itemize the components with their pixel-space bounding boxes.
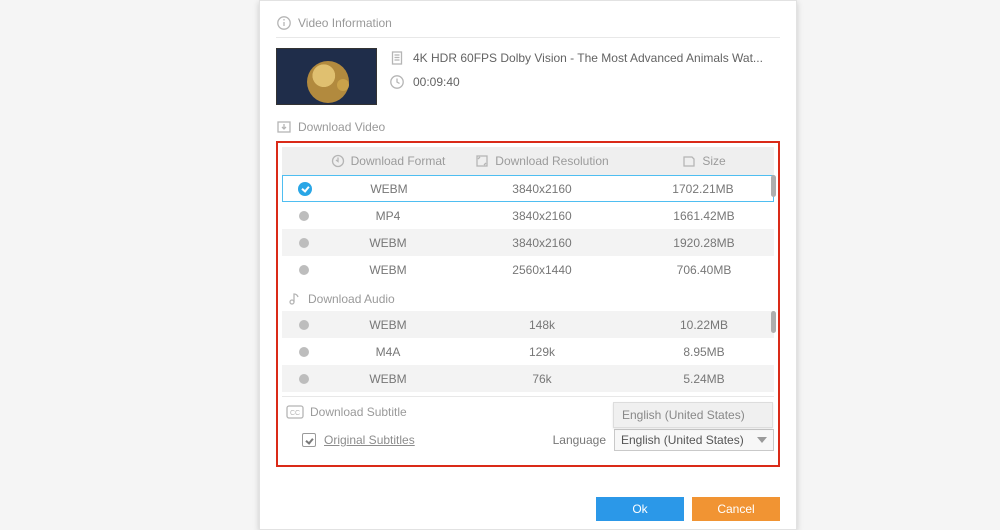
radio-icon[interactable] [299, 374, 309, 384]
cell-size: 1702.21MB [633, 182, 773, 196]
cell-size: 8.95MB [634, 345, 774, 359]
cancel-button[interactable]: Cancel [692, 497, 780, 521]
size-icon [682, 154, 696, 168]
language-label: Language [553, 433, 606, 447]
radio-selected-icon[interactable] [298, 182, 312, 196]
cell-size: 1661.42MB [634, 209, 774, 223]
audio-row[interactable]: WEBM 76k 5.24MB [282, 365, 774, 392]
info-icon [276, 15, 292, 31]
original-subtitles-checkbox[interactable] [302, 433, 316, 447]
file-icon [389, 50, 405, 66]
radio-icon[interactable] [299, 347, 309, 357]
dropdown-arrow-icon [757, 437, 767, 443]
audio-row[interactable]: M4A 129k 8.95MB [282, 338, 774, 365]
original-subtitles-link[interactable]: Original Subtitles [324, 433, 415, 447]
cell-format: WEBM [326, 372, 450, 386]
language-selected-value: English (United States) [621, 433, 744, 447]
video-duration: 00:09:40 [413, 75, 460, 89]
section-download-video: Download Video [276, 113, 780, 139]
audio-format-list: WEBM 148k 10.22MB M4A 129k 8.95MB WEBM 7… [282, 311, 774, 392]
cc-icon: CC [286, 405, 304, 419]
section-download-audio: Download Audio [282, 283, 774, 311]
cell-format: WEBM [326, 263, 450, 277]
video-row[interactable]: MP4 3840x2160 1661.42MB [282, 202, 774, 229]
section-title: Video Information [298, 16, 392, 30]
radio-icon[interactable] [299, 320, 309, 330]
cell-size: 1920.28MB [634, 236, 774, 250]
radio-icon[interactable] [299, 265, 309, 275]
cell-format: WEBM [327, 182, 451, 196]
video-row[interactable]: WEBM 3840x2160 1920.28MB [282, 229, 774, 256]
video-row[interactable]: WEBM 3840x2160 1702.21MB [282, 175, 774, 202]
cell-format: WEBM [326, 318, 450, 332]
cell-resolution: 3840x2160 [450, 209, 634, 223]
radio-icon[interactable] [299, 211, 309, 221]
col-resolution: Download Resolution [495, 154, 608, 168]
cell-resolution: 3840x2160 [451, 182, 633, 196]
video-scrollbar[interactable] [771, 175, 776, 283]
video-table-header: Download Format Download Resolution Size [282, 147, 774, 175]
cell-size: 10.22MB [634, 318, 774, 332]
svg-text:CC: CC [290, 410, 300, 417]
cell-size: 706.40MB [634, 263, 774, 277]
cell-bitrate: 76k [450, 372, 634, 386]
cell-resolution: 2560x1440 [450, 263, 634, 277]
cell-bitrate: 148k [450, 318, 634, 332]
cell-bitrate: 129k [450, 345, 634, 359]
section-video-information: Video Information [276, 9, 780, 38]
download-video-icon [276, 119, 292, 135]
section-title: Download Video [298, 120, 385, 134]
section-title: Download Audio [308, 292, 395, 306]
language-dropdown-option[interactable]: English (United States) [613, 402, 773, 428]
video-format-list: WEBM 3840x2160 1702.21MB MP4 3840x2160 1… [282, 175, 774, 283]
subtitle-row: Original Subtitles Language English (Uni… [282, 423, 774, 457]
audio-icon [286, 291, 302, 307]
cell-resolution: 3840x2160 [450, 236, 634, 250]
language-select[interactable]: English (United States) English (United … [614, 429, 774, 451]
audio-scrollbar[interactable] [771, 311, 776, 392]
video-thumbnail [276, 48, 377, 105]
ok-button[interactable]: Ok [596, 497, 684, 521]
video-title: 4K HDR 60FPS Dolby Vision - The Most Adv… [413, 51, 763, 65]
radio-icon[interactable] [299, 238, 309, 248]
download-dialog: Video Information 4K HDR 60FPS Dolby Vis… [259, 0, 797, 530]
col-format: Download Format [351, 154, 446, 168]
cell-format: WEBM [326, 236, 450, 250]
resolution-icon [475, 154, 489, 168]
col-size: Size [702, 154, 725, 168]
cell-format: M4A [326, 345, 450, 359]
cell-format: MP4 [326, 209, 450, 223]
audio-row[interactable]: WEBM 148k 10.22MB [282, 311, 774, 338]
highlight-box: Download Format Download Resolution Size… [276, 141, 780, 467]
section-title: Download Subtitle [310, 405, 407, 419]
clock-icon [389, 74, 405, 90]
format-icon [331, 154, 345, 168]
video-row[interactable]: WEBM 2560x1440 706.40MB [282, 256, 774, 283]
cell-size: 5.24MB [634, 372, 774, 386]
